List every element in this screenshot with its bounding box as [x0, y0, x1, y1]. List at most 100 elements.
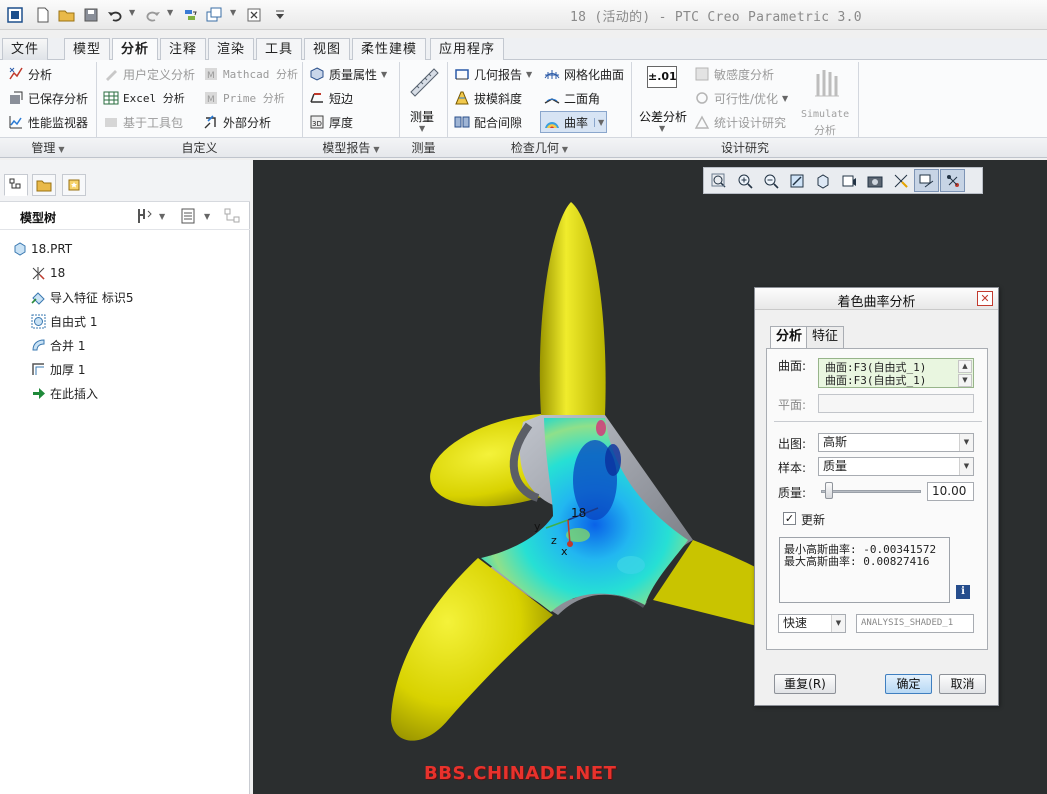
tree-show-dropdown-icon[interactable]: ▼: [204, 212, 210, 221]
favorites-tab-icon[interactable]: [62, 174, 86, 196]
repaint-icon[interactable]: [784, 169, 809, 192]
tab-file[interactable]: 文件: [2, 38, 49, 60]
spin-center-icon[interactable]: [940, 169, 965, 192]
plane-collector[interactable]: [818, 394, 974, 413]
windows-dropdown-icon[interactable]: ▼: [230, 8, 236, 17]
external-analysis-button[interactable]: 外部分析: [203, 112, 271, 132]
datum-display-icon[interactable]: [888, 169, 913, 192]
tree-item-part[interactable]: 18.PRT: [12, 239, 72, 259]
surface-item[interactable]: 曲面:F3(自由式_1): [825, 361, 926, 374]
tree-filter-icon[interactable]: [224, 208, 242, 227]
display-style-icon[interactable]: [810, 169, 835, 192]
group-model-report[interactable]: 模型报告 ▼: [303, 138, 399, 158]
surface-item[interactable]: 曲面:F3(自由式_1): [825, 374, 926, 387]
view-manager-icon[interactable]: [862, 169, 887, 192]
curvature-dropdown-icon[interactable]: ▼: [594, 117, 604, 127]
zoom-in-icon[interactable]: [732, 169, 757, 192]
redo-icon[interactable]: [143, 5, 163, 25]
tab-model[interactable]: 模型: [64, 38, 111, 60]
info-icon[interactable]: i: [956, 585, 970, 599]
app-menu-icon[interactable]: [5, 5, 25, 25]
tab-view[interactable]: 视图: [304, 38, 351, 60]
update-checkbox[interactable]: ✓: [783, 512, 796, 525]
tab-annotate[interactable]: 注释: [160, 38, 207, 60]
measure-button[interactable]: 测量 ▼: [404, 64, 442, 134]
zoom-out-icon[interactable]: [758, 169, 783, 192]
refit-icon[interactable]: [706, 169, 731, 192]
model-tree-tab-icon[interactable]: [4, 174, 28, 196]
mass-properties-button[interactable]: 质量属性 ▼: [309, 64, 387, 84]
quality-input[interactable]: 10.00: [927, 482, 974, 501]
save-icon[interactable]: [81, 5, 101, 25]
close-window-icon[interactable]: [244, 5, 264, 25]
undo-dropdown-icon[interactable]: ▼: [129, 8, 135, 17]
tree-item-import-feature[interactable]: 导入特征 标识5: [31, 287, 133, 307]
new-icon[interactable]: [33, 5, 53, 25]
geometry-report-button[interactable]: 几何报告 ▼: [454, 64, 532, 84]
group-inspect-geometry[interactable]: 检查几何 ▼: [448, 138, 631, 158]
quality-slider-handle[interactable]: [825, 482, 833, 499]
short-edge-button[interactable]: 短边: [309, 88, 353, 108]
repeat-button[interactable]: 重复(R): [774, 674, 836, 694]
clearance-button[interactable]: 配合间隙: [454, 112, 522, 132]
open-icon[interactable]: [57, 5, 77, 25]
analysis-button[interactable]: 分析: [8, 64, 52, 84]
tab-feature-dialog[interactable]: 特征: [806, 326, 845, 348]
tree-settings-dropdown-icon[interactable]: ▼: [159, 212, 165, 221]
dialog-title-bar[interactable]: 着色曲率分析 ✕: [755, 288, 998, 310]
tree-item-merge[interactable]: 合并 1: [31, 335, 85, 355]
mass-properties-dropdown-icon[interactable]: ▼: [381, 70, 387, 79]
feasibility-dropdown-icon[interactable]: ▼: [782, 94, 788, 103]
tab-tools[interactable]: 工具: [256, 38, 303, 60]
plot-select[interactable]: 高斯 ▼: [818, 433, 974, 452]
regenerate-icon[interactable]: [180, 5, 200, 25]
surface-collector[interactable]: 曲面:F3(自由式_1) 曲面:F3(自由式_1) ▲ ▼: [818, 358, 974, 388]
tree-item-freestyle[interactable]: 自由式 1: [31, 311, 97, 331]
tree-item-csys[interactable]: 18: [31, 263, 65, 283]
tab-applications[interactable]: 应用程序: [430, 38, 505, 60]
excel-analysis-button[interactable]: Excel 分析: [103, 88, 185, 108]
tree-settings-icon[interactable]: [136, 207, 154, 228]
tree-item-thicken[interactable]: 加厚 1: [31, 359, 85, 379]
toolkit-analysis-button[interactable]: 基于工具包: [103, 112, 183, 132]
tolerance-analysis-button[interactable]: ±.01 公差分析 ▼: [638, 64, 688, 134]
feasibility-optimization-button[interactable]: 可行性/优化 ▼: [694, 88, 788, 108]
prime-analysis-button[interactable]: M Prime 分析: [203, 88, 285, 108]
quality-slider[interactable]: [821, 490, 921, 493]
performance-monitor-button[interactable]: 性能监视器: [8, 112, 88, 132]
scroll-down-icon[interactable]: ▼: [958, 374, 972, 387]
customize-icon[interactable]: [270, 5, 290, 25]
sample-select[interactable]: 质量 ▼: [818, 457, 974, 476]
windows-icon[interactable]: [204, 5, 224, 25]
group-manage[interactable]: 管理 ▼: [0, 138, 96, 158]
dihedral-button[interactable]: 二面角: [544, 88, 600, 108]
draft-button[interactable]: 拔模斜度: [454, 88, 522, 108]
simulate-analysis-button[interactable]: Simulate 分析: [800, 64, 854, 137]
sensitivity-analysis-button[interactable]: 敏感度分析: [694, 64, 774, 84]
mathcad-analysis-button[interactable]: M Mathcad 分析: [203, 64, 298, 84]
cancel-button[interactable]: 取消: [939, 674, 986, 694]
tab-render[interactable]: 渲染: [208, 38, 255, 60]
mesh-surface-button[interactable]: 网格化曲面: [544, 64, 624, 84]
folder-browser-tab-icon[interactable]: [32, 174, 56, 196]
redo-dropdown-icon[interactable]: ▼: [167, 8, 173, 17]
analysis-name-input[interactable]: ANALYSIS_SHADED_1: [856, 614, 974, 633]
tab-analysis[interactable]: 分析: [112, 38, 159, 61]
mode-select[interactable]: 快速 ▼: [778, 614, 846, 633]
geometry-report-dropdown-icon[interactable]: ▼: [526, 70, 532, 79]
curvature-button[interactable]: 曲率 ▼: [540, 111, 608, 133]
tab-flexible-modeling[interactable]: 柔性建模: [352, 38, 427, 60]
user-defined-analysis-button[interactable]: 用户定义分析: [103, 64, 195, 84]
statistical-design-study-button[interactable]: 统计设计研究: [694, 112, 786, 132]
scroll-up-icon[interactable]: ▲: [958, 360, 972, 373]
ok-button[interactable]: 确定: [885, 674, 932, 694]
tree-item-insert-here[interactable]: 在此插入: [31, 383, 98, 403]
tree-show-icon[interactable]: [180, 208, 196, 227]
undo-icon[interactable]: [105, 5, 125, 25]
thickness-button[interactable]: 3D 厚度: [309, 112, 353, 132]
close-icon[interactable]: ✕: [977, 291, 993, 306]
annotation-display-icon[interactable]: [914, 169, 939, 192]
tab-analysis-dialog[interactable]: 分析: [770, 326, 809, 349]
saved-analysis-button[interactable]: 已保存分析: [8, 88, 88, 108]
saved-orientations-icon[interactable]: [836, 169, 861, 192]
